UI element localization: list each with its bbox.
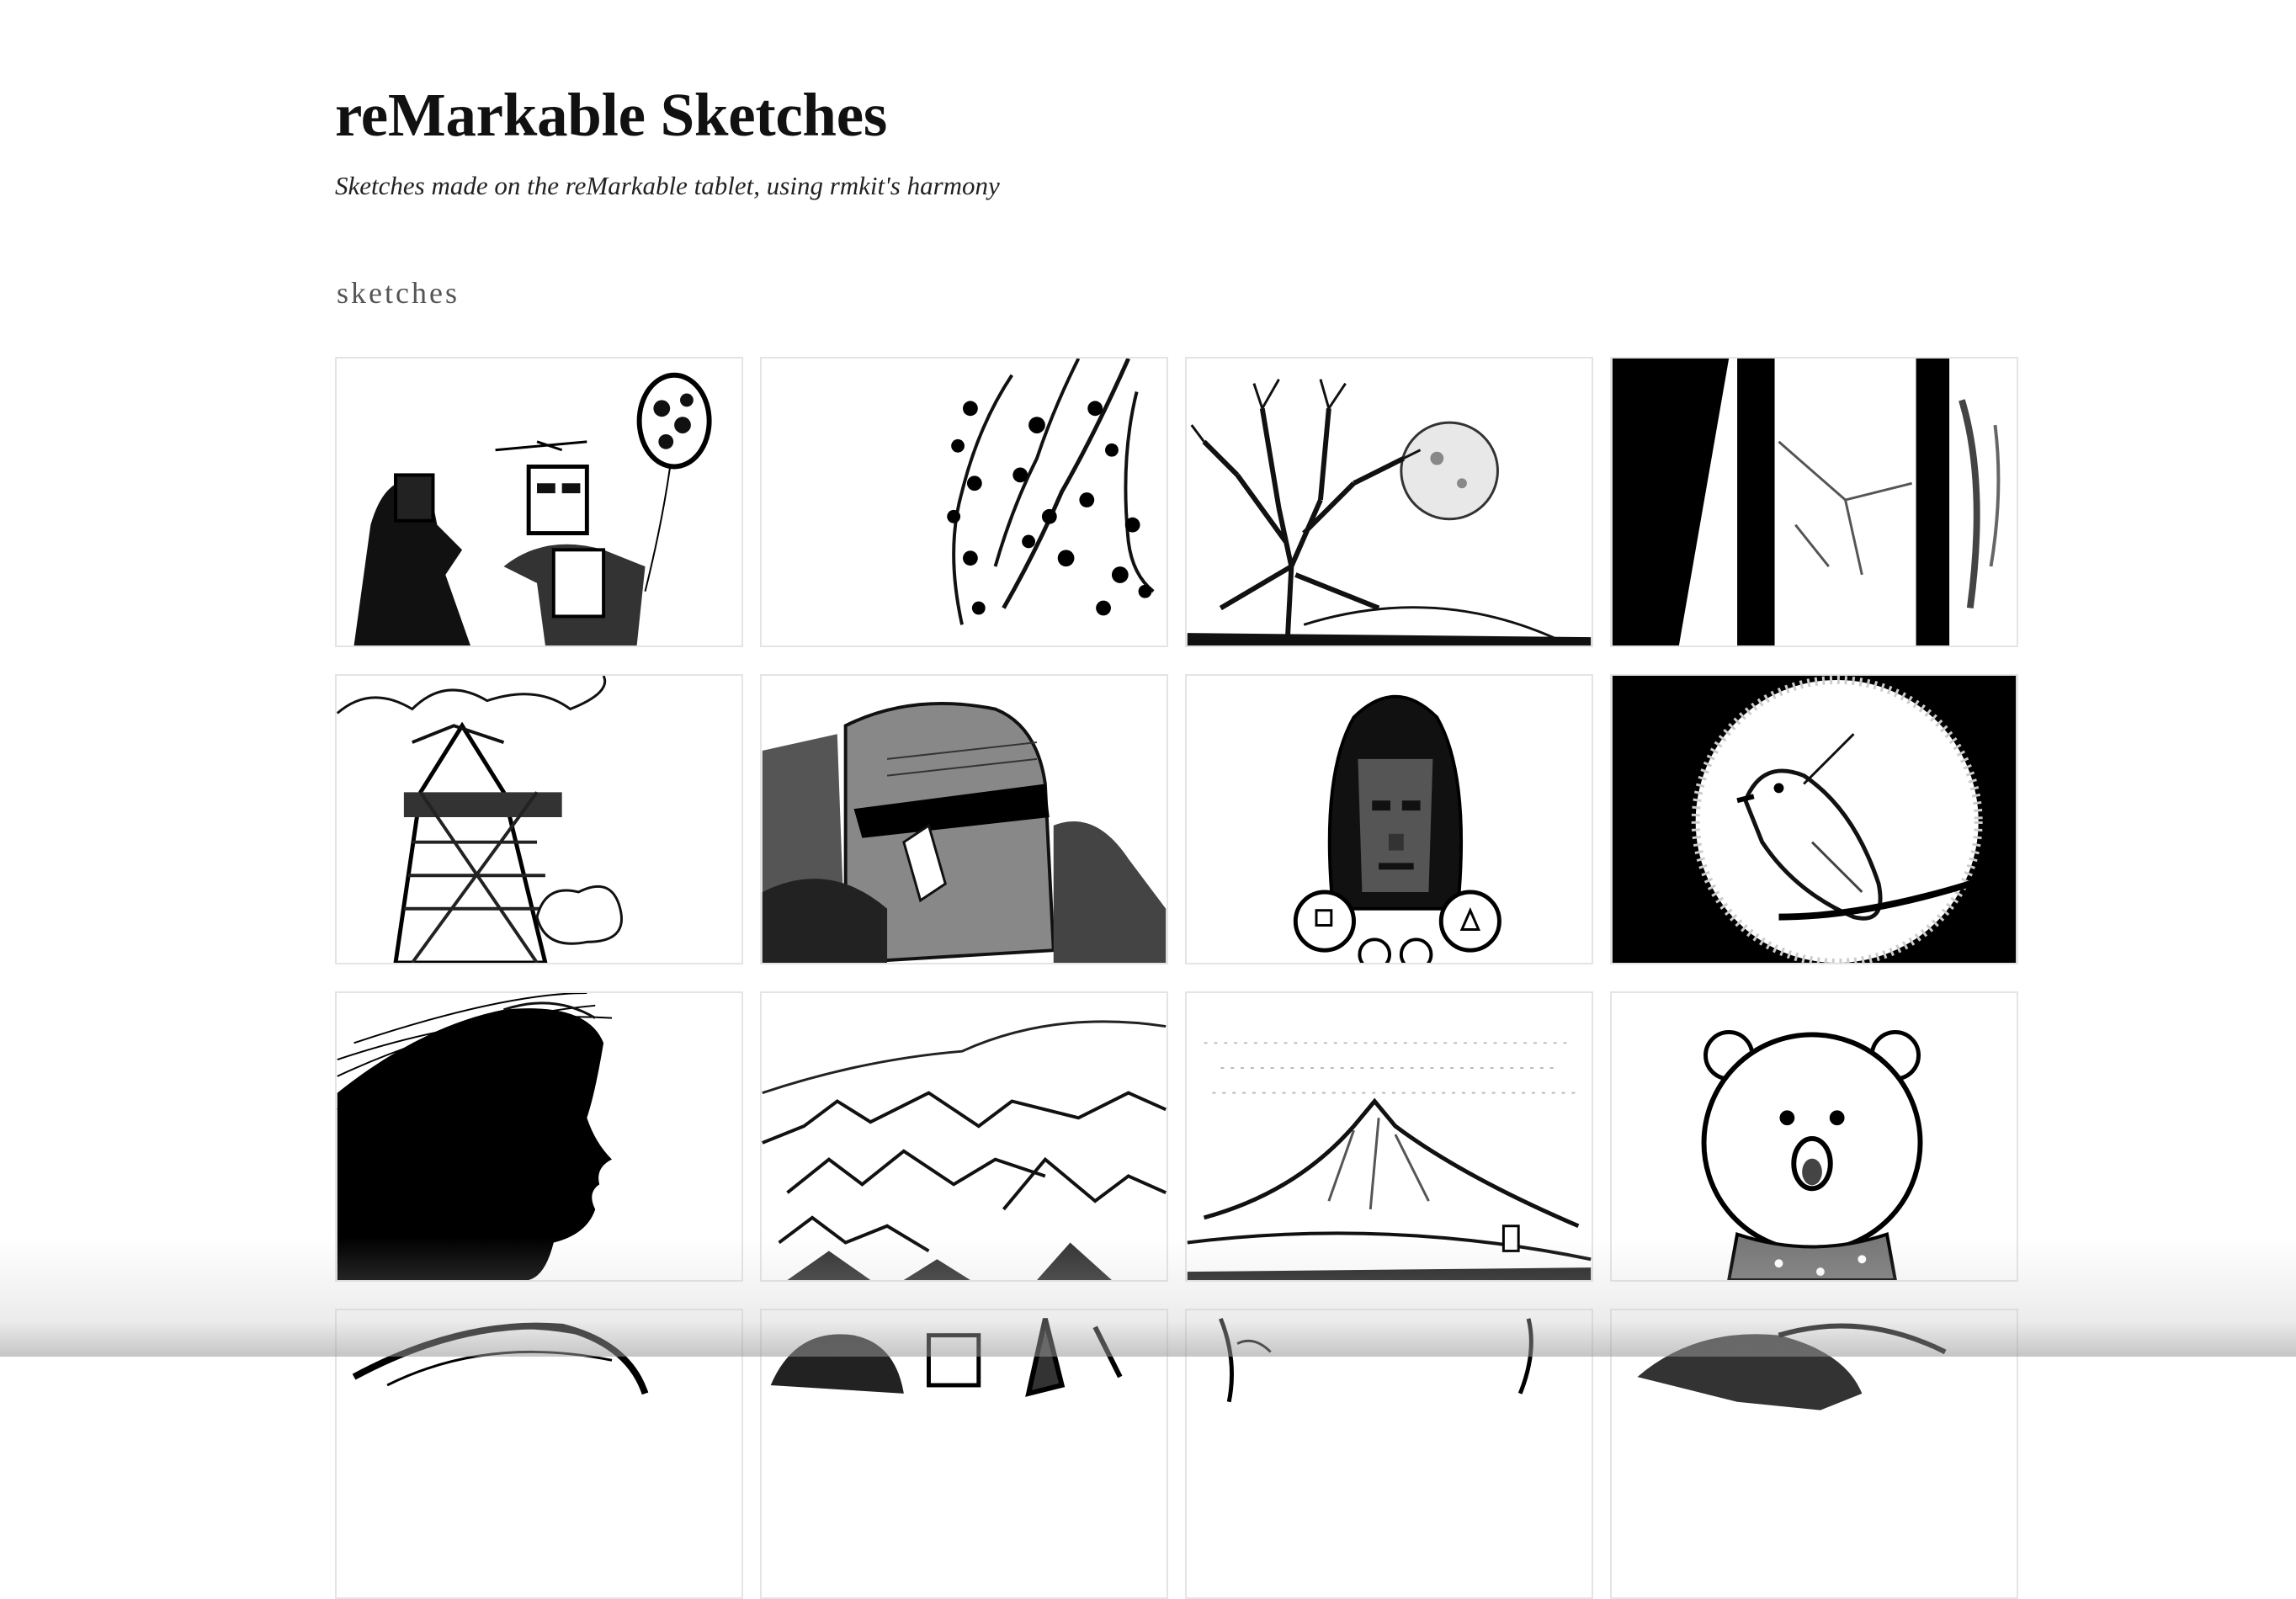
sketch-image — [947, 359, 1155, 625]
section-heading: sketches — [337, 276, 460, 310]
sketch-thumbnail[interactable] — [1185, 1309, 1593, 1599]
sketch-thumbnail[interactable] — [1185, 357, 1593, 647]
sketch-thumbnail[interactable] — [760, 991, 1168, 1282]
sketch-image — [1637, 1323, 1947, 1410]
site-subtitle: Sketches made on the reMarkable tablet, … — [335, 171, 1000, 200]
sketch-image — [1612, 676, 2017, 963]
sketch-image — [762, 1020, 1167, 1280]
sketch-image — [1187, 1042, 1592, 1280]
sketch-thumbnail[interactable] — [1185, 674, 1593, 964]
sketch-image — [1219, 1317, 1533, 1403]
sketch-image — [352, 1322, 649, 1395]
site-header: reMarkable Sketches Sketches made on the… — [335, 84, 1000, 199]
sketch-image — [1293, 694, 1501, 963]
sketch-image — [337, 676, 623, 963]
sketch-thumbnail[interactable] — [1610, 357, 2018, 647]
sketch-thumbnail[interactable] — [760, 1309, 1168, 1599]
sketch-thumbnail[interactable] — [1185, 991, 1593, 1282]
sketch-image — [762, 702, 1167, 963]
sketch-image — [337, 993, 613, 1280]
sketch-thumbnail[interactable] — [335, 991, 743, 1282]
sketch-image — [770, 1318, 1123, 1397]
sketch-thumbnail[interactable] — [760, 674, 1168, 964]
sketch-thumbnail[interactable] — [1610, 1309, 2018, 1599]
sketch-thumbnail[interactable] — [1610, 674, 2018, 964]
sketch-image — [1701, 1029, 1923, 1280]
sketch-image — [353, 372, 712, 645]
sketch-thumbnail[interactable] — [335, 674, 743, 964]
site-title[interactable]: reMarkable Sketches — [335, 84, 1000, 146]
sketch-thumbnail[interactable] — [335, 357, 743, 647]
sketch-thumbnail[interactable] — [335, 1309, 743, 1599]
sketch-image — [1187, 378, 1592, 645]
sketch-image — [1612, 359, 2017, 645]
sketch-thumbnail[interactable] — [760, 357, 1168, 647]
sketch-thumbnail[interactable] — [1610, 991, 2018, 1282]
